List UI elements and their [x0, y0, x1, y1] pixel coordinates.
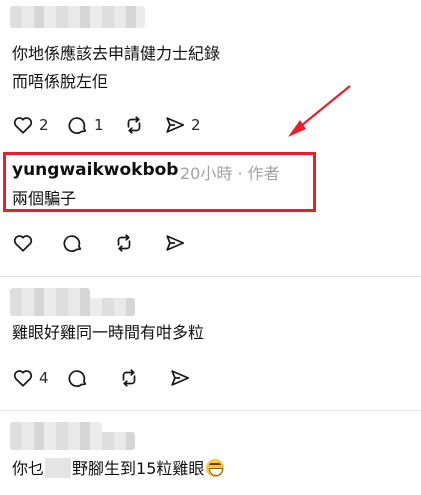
reply-button[interactable] — [67, 365, 89, 391]
author-badge: 作者 — [247, 164, 280, 183]
blurred-meta — [10, 432, 135, 450]
comment-text-start: 你乜 — [12, 459, 45, 478]
comment-divider — [0, 410, 421, 411]
author-username[interactable]: yungwaikwokbob — [12, 160, 178, 180]
comment-text-line: 而唔係脫左佢 — [12, 72, 109, 91]
meta-separator: · — [237, 164, 243, 183]
like-button[interactable]: 4 — [12, 365, 49, 391]
comment-divider — [0, 276, 421, 277]
comment-actions: 2 1 2 — [12, 112, 219, 138]
like-count: 4 — [39, 369, 49, 387]
blurred-username — [10, 6, 145, 28]
repost-button[interactable] — [117, 365, 141, 391]
like-button[interactable] — [12, 230, 34, 256]
like-button[interactable]: 2 — [12, 112, 49, 138]
share-icon — [166, 117, 185, 133]
comment-actions — [12, 230, 204, 256]
share-button[interactable] — [164, 230, 186, 256]
heart-icon — [13, 117, 33, 134]
heart-icon — [13, 370, 33, 387]
reply-count: 1 — [94, 116, 104, 134]
like-count: 2 — [39, 116, 49, 134]
repost-icon — [122, 369, 136, 387]
comment-icon — [68, 370, 87, 387]
comment-actions: 4 — [12, 365, 209, 391]
repost-button[interactable] — [122, 112, 146, 138]
redacted-character — [45, 458, 72, 478]
share-count: 2 — [191, 116, 201, 134]
repost-icon — [127, 116, 141, 134]
repost-icon — [117, 234, 131, 252]
reply-button[interactable]: 1 — [67, 112, 104, 138]
heart-icon — [13, 235, 33, 252]
reply-button[interactable] — [62, 230, 84, 256]
timestamp: 20小時 — [180, 164, 233, 183]
repost-button[interactable] — [112, 230, 136, 256]
comment-icon — [63, 235, 82, 252]
comment-text: 你乜 野腳生到15粒雞眼 — [12, 458, 225, 480]
comment-text-end: 野腳生到15粒雞眼 — [72, 459, 205, 478]
share-icon — [166, 235, 185, 251]
comment-meta: 20小時 · 作者 — [180, 160, 280, 184]
share-button[interactable] — [169, 365, 191, 391]
comment-text: 雞眼好雞同一時間有咁多粒 — [12, 323, 205, 342]
comment-icon — [68, 117, 87, 134]
share-button[interactable]: 2 — [164, 112, 201, 138]
blurred-meta — [10, 298, 135, 316]
share-icon — [171, 370, 190, 386]
laughing-emoji-icon — [206, 459, 225, 477]
comment-text-line: 你地係應該去申請健力士紀錄 — [12, 44, 221, 63]
comment-text: 兩個騙子 — [12, 189, 77, 208]
